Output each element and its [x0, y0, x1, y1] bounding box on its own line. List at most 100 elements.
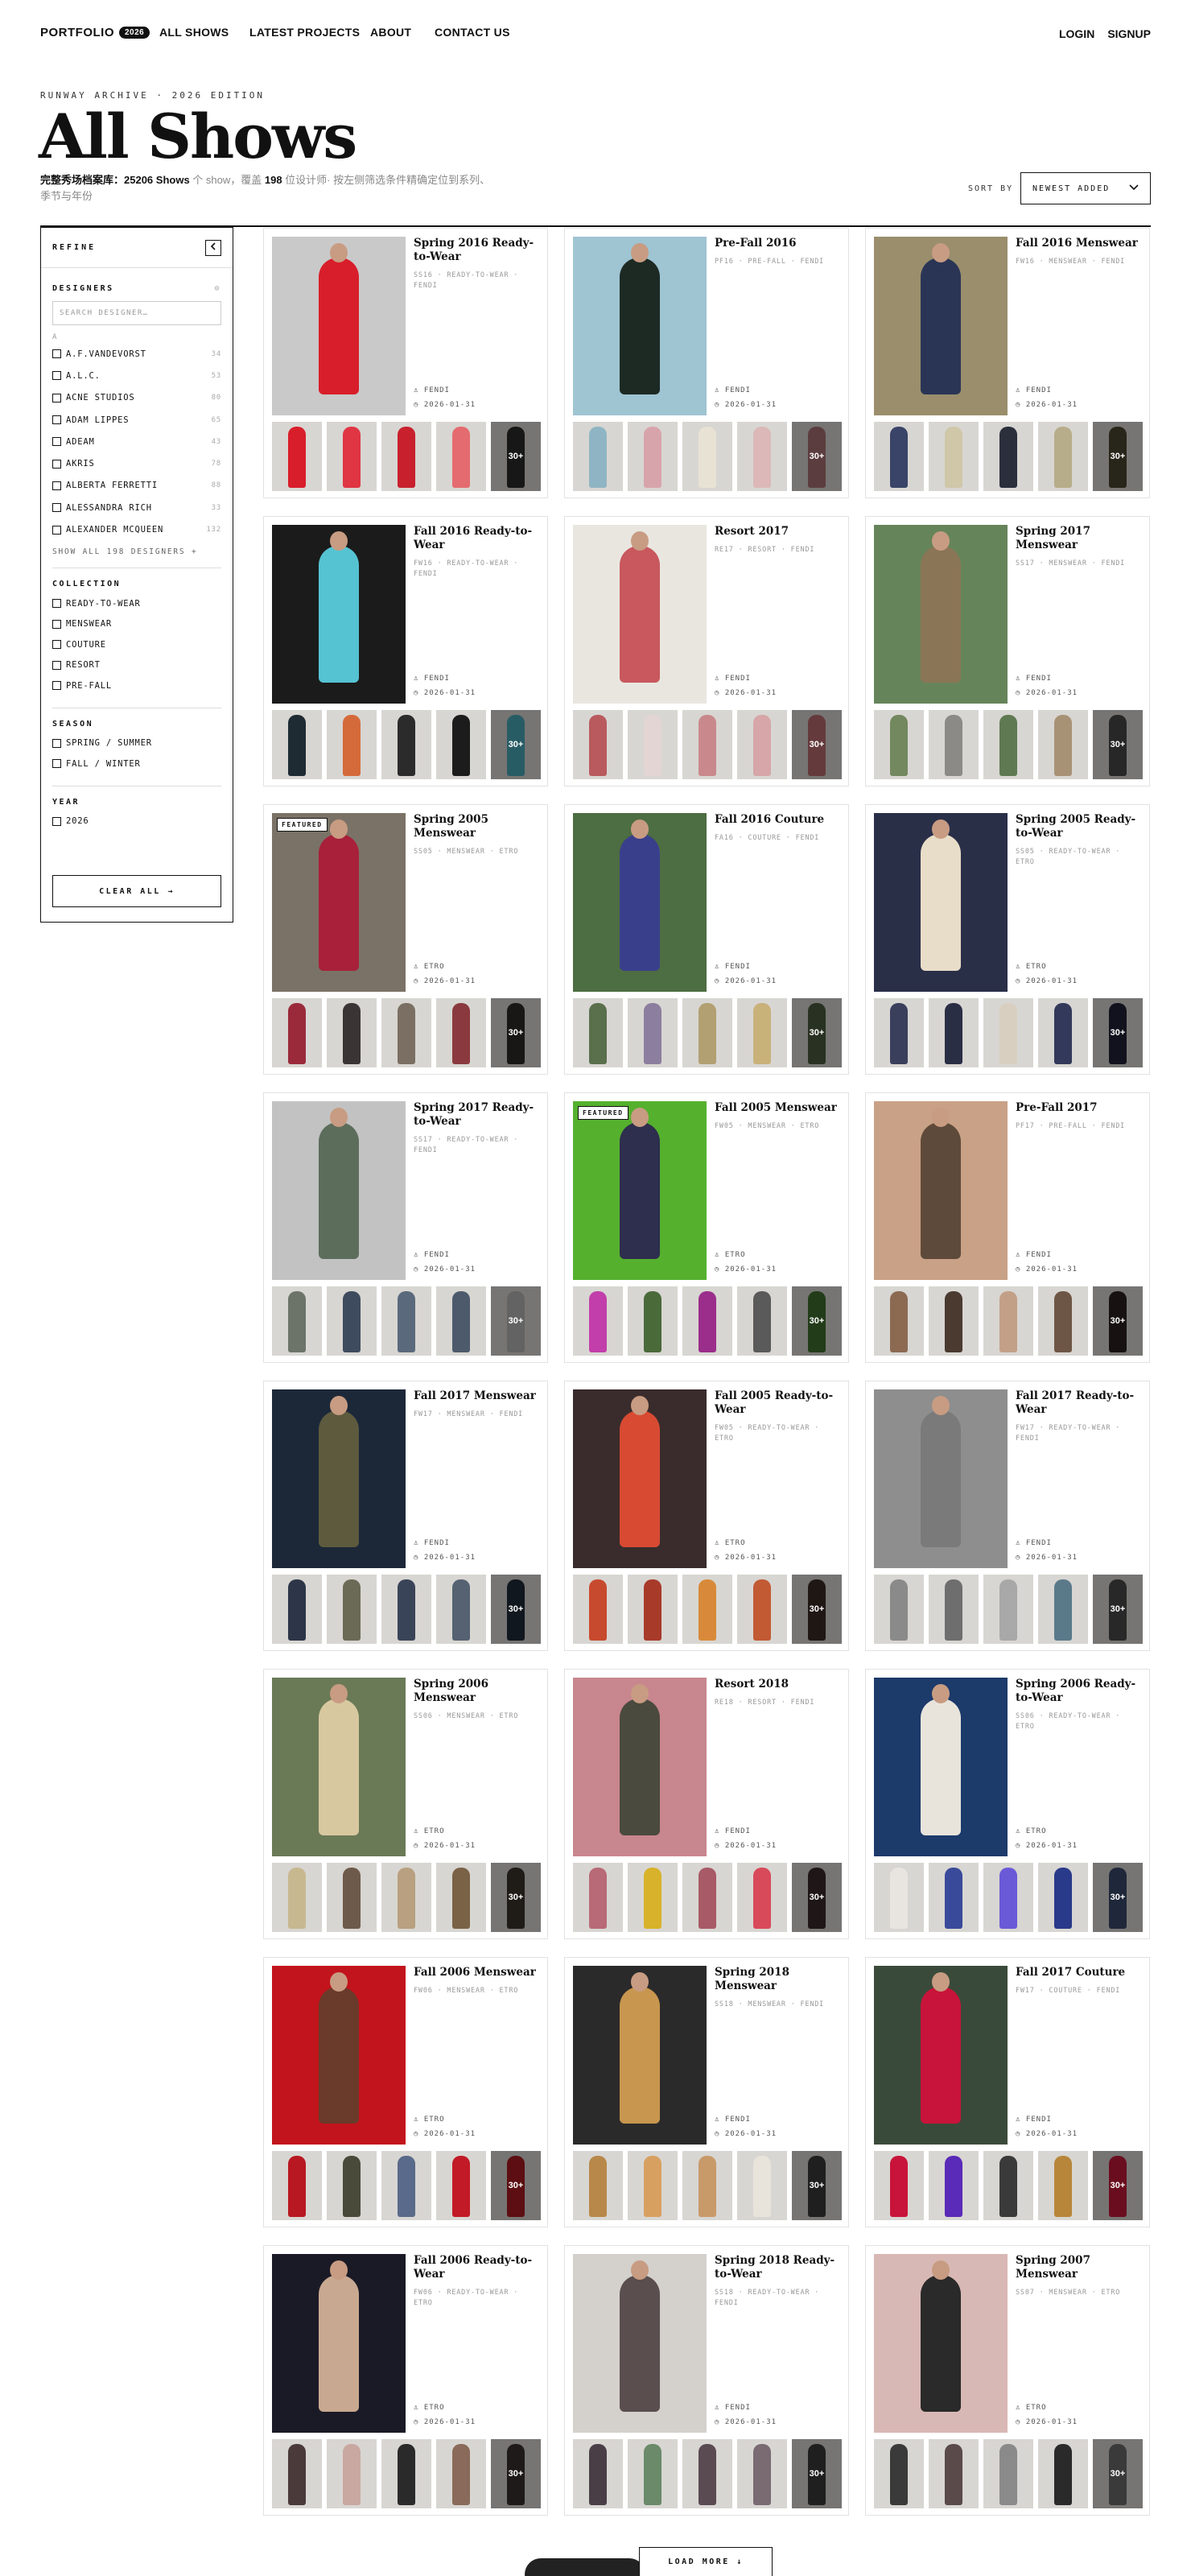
show-title[interactable]: Resort 2017 [715, 525, 842, 539]
show-card[interactable]: Resort 2018 RE18 · RESORT · FENDI ♙ FENDI ◷… [564, 1669, 849, 1939]
show-title[interactable]: Fall 2016 Ready-to-Wear [414, 525, 541, 552]
look-thumbnail[interactable] [737, 2151, 787, 2220]
look-thumbnail[interactable]: 30+ [491, 998, 541, 1067]
show-title[interactable]: Fall 2005 Ready-to-Wear [715, 1389, 842, 1417]
designer-option[interactable]: AKRIS 78 [52, 452, 221, 474]
designer-option[interactable]: A.F.VANDEVORST 34 [52, 343, 221, 365]
look-thumbnail[interactable] [628, 1863, 678, 1932]
look-thumbnail[interactable] [272, 2151, 322, 2220]
show-card[interactable]: Fall 2017 Couture FW17 · COUTURE · FENDI ♙… [865, 1957, 1150, 2227]
look-thumbnail[interactable] [327, 1286, 377, 1356]
look-thumbnail[interactable] [436, 1286, 486, 1356]
show-cover-image[interactable] [874, 237, 1008, 415]
look-thumbnail[interactable] [929, 1863, 979, 1932]
show-card[interactable]: Fall 2016 Menswear FW16 · MENSWEAR · FEND… [865, 228, 1150, 498]
show-card[interactable]: Resort 2017 RE17 · RESORT · FENDI ♙ FENDI ◷… [564, 516, 849, 786]
look-thumbnail[interactable] [272, 710, 322, 779]
look-thumbnail[interactable] [1038, 1286, 1088, 1356]
nav-all-shows[interactable]: ALL SHOWS [159, 26, 229, 39]
look-thumbnail[interactable] [737, 710, 787, 779]
look-thumbnail[interactable] [874, 2151, 924, 2220]
show-cover-image[interactable] [272, 1389, 406, 1568]
show-title[interactable]: Pre-Fall 2016 [715, 237, 842, 250]
look-thumbnail[interactable] [737, 422, 787, 491]
look-thumbnail[interactable]: 30+ [491, 2439, 541, 2508]
look-thumbnail[interactable] [983, 1575, 1033, 1644]
look-thumbnail[interactable]: 30+ [491, 1286, 541, 1356]
show-card[interactable]: FEATURED Spring 2005 Menswear SS05 · MENSW… [263, 804, 548, 1075]
show-card[interactable]: Spring 2007 Menswear SS07 · MENSWEAR · ET… [865, 2245, 1150, 2516]
look-thumbnail[interactable] [874, 1286, 924, 1356]
designer-option[interactable]: ALEXANDER MCQUEEN 132 [52, 518, 221, 540]
show-title[interactable]: Fall 2006 Menswear [414, 1966, 541, 1979]
look-thumbnail[interactable] [737, 1575, 787, 1644]
show-cover-image[interactable] [272, 525, 406, 704]
show-card[interactable]: Fall 2016 Couture FA16 · COUTURE · FENDI ♙… [564, 804, 849, 1075]
designer-option[interactable]: ALESSANDRA RICH 33 [52, 497, 221, 518]
nav-latest-projects[interactable]: LATEST PROJECTS [249, 26, 360, 39]
look-thumbnail[interactable] [682, 2151, 732, 2220]
look-thumbnail[interactable] [272, 1575, 322, 1644]
look-thumbnail[interactable] [573, 2439, 623, 2508]
show-cover-image[interactable] [874, 525, 1008, 704]
look-thumbnail[interactable] [983, 422, 1033, 491]
look-thumbnail[interactable] [737, 1286, 787, 1356]
look-thumbnail[interactable] [929, 710, 979, 779]
look-thumbnail[interactable]: 30+ [1093, 1575, 1143, 1644]
look-thumbnail[interactable] [983, 2151, 1033, 2220]
look-thumbnail[interactable] [573, 1575, 623, 1644]
show-title[interactable]: Spring 2018 Ready-to-Wear [715, 2254, 842, 2281]
show-card[interactable]: Fall 2006 Menswear FW06 · MENSWEAR · ETRO… [263, 1957, 548, 2227]
look-thumbnail[interactable] [628, 2439, 678, 2508]
look-thumbnail[interactable] [573, 2151, 623, 2220]
look-thumbnail[interactable] [436, 422, 486, 491]
designer-option[interactable]: ADEAM 43 [52, 431, 221, 452]
look-thumbnail[interactable]: 30+ [792, 2151, 842, 2220]
show-cover-image[interactable] [573, 237, 707, 415]
show-title[interactable]: Spring 2005 Menswear [414, 813, 541, 840]
checkbox[interactable] [52, 393, 61, 402]
look-thumbnail[interactable] [1038, 2151, 1088, 2220]
look-thumbnail[interactable] [929, 2151, 979, 2220]
look-thumbnail[interactable] [381, 2439, 431, 2508]
look-thumbnail[interactable] [573, 422, 623, 491]
checkbox[interactable] [52, 599, 61, 609]
show-cover-image[interactable] [573, 813, 707, 992]
show-cover-image[interactable] [874, 813, 1008, 992]
look-thumbnail[interactable] [737, 2439, 787, 2508]
checkbox[interactable] [52, 738, 61, 748]
look-thumbnail[interactable] [983, 2439, 1033, 2508]
checkbox[interactable] [52, 660, 61, 670]
look-thumbnail[interactable] [737, 1863, 787, 1932]
designer-option[interactable]: ALEXANDER WANG110 [52, 541, 221, 544]
look-thumbnail[interactable] [573, 710, 623, 779]
show-card[interactable]: Fall 2005 Ready-to-Wear FW05 · READY-TO-W… [564, 1381, 849, 1651]
look-thumbnail[interactable]: 30+ [792, 710, 842, 779]
checkbox[interactable] [52, 371, 61, 381]
look-thumbnail[interactable] [682, 422, 732, 491]
show-title[interactable]: Spring 2017 Menswear [1016, 525, 1143, 552]
show-title[interactable]: Spring 2006 Ready-to-Wear [1016, 1678, 1143, 1705]
collection-option[interactable]: MENSWEAR [52, 614, 221, 635]
show-cover-image[interactable] [874, 2254, 1008, 2433]
look-thumbnail[interactable] [436, 710, 486, 779]
look-thumbnail[interactable] [436, 1575, 486, 1644]
look-thumbnail[interactable] [874, 998, 924, 1067]
look-thumbnail[interactable] [327, 1575, 377, 1644]
look-thumbnail[interactable]: 30+ [792, 1286, 842, 1356]
look-thumbnail[interactable] [327, 1863, 377, 1932]
floating-toolbar[interactable] [525, 2558, 645, 2576]
look-thumbnail[interactable] [327, 710, 377, 779]
sort-select[interactable]: NEWEST ADDED [1020, 172, 1151, 204]
show-card[interactable]: Spring 2018 Ready-to-Wear SS18 · READY-TO… [564, 2245, 849, 2516]
look-thumbnail[interactable] [682, 998, 732, 1067]
checkbox[interactable] [52, 349, 61, 359]
show-title[interactable]: Fall 2017 Couture [1016, 1966, 1143, 1979]
look-thumbnail[interactable] [628, 1286, 678, 1356]
look-thumbnail[interactable] [628, 998, 678, 1067]
show-card[interactable]: Spring 2018 Menswear SS18 · MENSWEAR · FE… [564, 1957, 849, 2227]
show-title[interactable]: Spring 2005 Ready-to-Wear [1016, 813, 1143, 840]
clear-all-button[interactable]: CLEAR ALL → [52, 875, 221, 907]
look-thumbnail[interactable]: 30+ [792, 1575, 842, 1644]
nav-about[interactable]: ABOUT [370, 26, 411, 39]
